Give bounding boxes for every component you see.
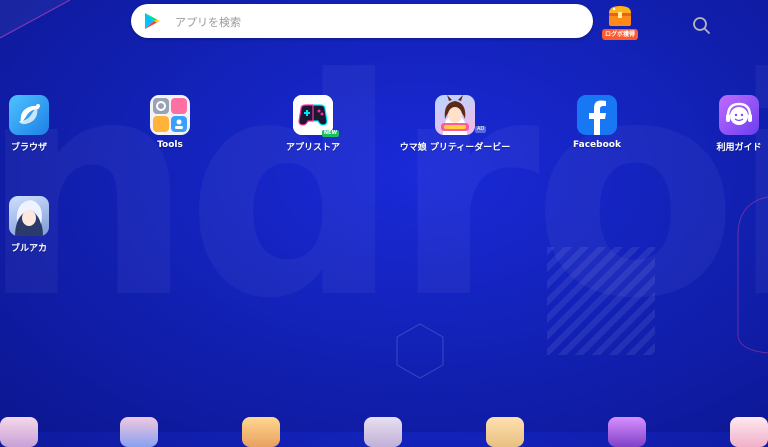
login-bonus-button[interactable]: ログボ獲得 (601, 3, 639, 41)
new-badge: NEW (321, 130, 339, 137)
facebook-icon (577, 95, 617, 135)
dock-app-icon[interactable] (120, 417, 158, 447)
hexagon-decoration (396, 323, 444, 379)
app-blue-archive[interactable]: ブルアカ (0, 196, 99, 254)
arc-decoration (737, 196, 768, 354)
app-uma-musume[interactable]: AD ウマ娘 プリティーダービー (385, 95, 525, 153)
treasure-chest-icon (609, 6, 631, 26)
app-tools[interactable]: Tools (100, 95, 240, 150)
dock-app-icon[interactable] (0, 417, 38, 447)
search-bar[interactable] (131, 4, 710, 40)
app-app-store[interactable]: NEW アプリストア (243, 95, 383, 153)
browser-icon (9, 95, 49, 135)
app-label: ウマ娘 プリティーダービー (399, 143, 511, 153)
dock-app-icon[interactable] (242, 417, 280, 447)
gamepad-icon: NEW (293, 95, 339, 137)
app-label: Tools (157, 140, 183, 150)
dock-app-icon[interactable] (730, 417, 768, 447)
app-label: Facebook (573, 140, 621, 150)
app-label: ブラウザ (10, 143, 47, 153)
corner-decoration (0, 0, 70, 39)
search-input[interactable] (173, 4, 557, 40)
play-store-icon (143, 12, 161, 34)
headset-icon (719, 95, 759, 135)
app-browser[interactable]: ブラウザ (0, 95, 99, 153)
app-facebook[interactable]: Facebook (527, 95, 667, 150)
tools-icon (150, 95, 190, 135)
app-user-guide[interactable]: 利用ガイド (669, 95, 768, 153)
uma-musume-icon (435, 95, 475, 135)
android-watermark: ndroid (0, 40, 768, 340)
dock-app-icon[interactable] (364, 417, 402, 447)
background-decoration: ndroid (0, 0, 768, 432)
ad-badge: AD (475, 126, 487, 133)
search-icon[interactable] (692, 16, 712, 36)
app-label: ブルアカ (10, 244, 47, 254)
bottom-dock (0, 405, 768, 447)
app-label: 利用ガイド (716, 143, 762, 153)
login-bonus-label: ログボ獲得 (602, 29, 638, 40)
striped-square-decoration (547, 247, 655, 355)
app-label: アプリストア (285, 143, 340, 153)
dock-app-icon[interactable] (486, 417, 524, 447)
blue-archive-icon (9, 196, 49, 236)
dock-app-icon[interactable] (608, 417, 646, 447)
